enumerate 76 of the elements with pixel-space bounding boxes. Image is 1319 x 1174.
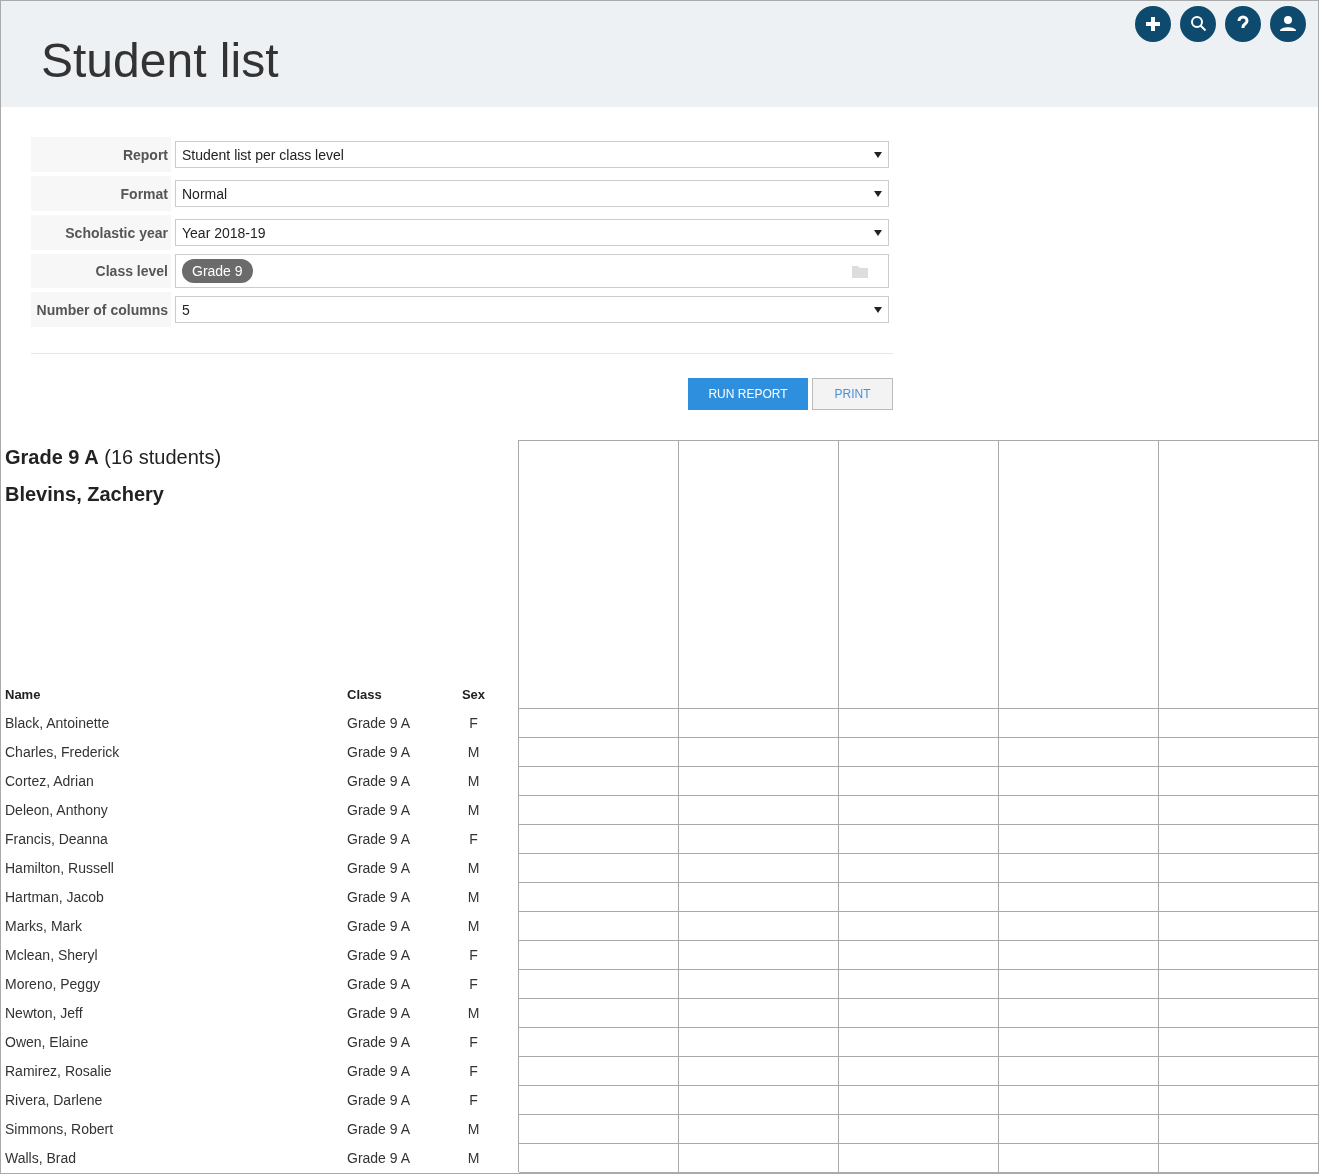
plus-icon (1143, 14, 1163, 34)
tag-field[interactable]: Grade 9 (175, 254, 889, 288)
table-cell-text: M (466, 1149, 481, 1166)
table-cell-text: F (468, 946, 479, 963)
dropdown-arrow-icon (874, 306, 882, 313)
field-label: Scholastic year (31, 215, 171, 250)
table-cell-text: F (468, 1091, 479, 1108)
table-cell-text: Charles, Frederick (4, 743, 121, 760)
table-cell-text: F (468, 1062, 479, 1079)
table-cell-text: Owen, Elaine (4, 1033, 90, 1050)
user-icon (1278, 14, 1298, 34)
table-cell-text: Grade 9 A (346, 772, 412, 789)
table-cell-text: Grade 9 A (346, 1033, 412, 1050)
table-cell-text: Cortez, Adrian (4, 772, 95, 789)
column-header: Class (346, 686, 383, 702)
table-cell-text: M (466, 1120, 481, 1137)
table-cell-text: Hartman, Jacob (4, 888, 105, 905)
table-cell-text: Grade 9 A (346, 1004, 412, 1021)
table-cell-text: Grade 9 A (346, 888, 412, 905)
select-field[interactable]: Normal (175, 180, 889, 207)
table-cell-text: Ramirez, Rosalie (4, 1062, 113, 1079)
field-label: Class level (31, 254, 171, 288)
table-cell-text: Rivera, Darlene (4, 1091, 104, 1108)
tag-chip[interactable]: Grade 9 (182, 259, 253, 283)
table-cell-text: Mclean, Sheryl (4, 946, 99, 963)
search-button[interactable] (1180, 6, 1216, 42)
column-header: Name (4, 686, 42, 702)
table-cell-text: Grade 9 A (346, 859, 412, 876)
table-cell-text: Black, Antoinette (4, 714, 111, 731)
help-button[interactable] (1225, 6, 1261, 42)
group-heading: Grade 9 A (16 students) (5, 446, 223, 469)
table-cell-text: Grade 9 A (346, 1062, 412, 1079)
table-cell-text: Grade 9 A (346, 801, 412, 818)
table-cell-text: Marks, Mark (4, 917, 83, 934)
column-header: Sex (460, 686, 487, 702)
table-cell-text: Grade 9 A (346, 714, 412, 731)
search-icon (1188, 14, 1208, 34)
user-button[interactable] (1270, 6, 1306, 42)
table-cell-text: Grade 9 A (346, 743, 412, 760)
table-cell-text: Newton, Jeff (4, 1004, 84, 1021)
table-cell-text: Moreno, Peggy (4, 975, 101, 992)
table-cell-text: Walls, Brad (4, 1149, 78, 1166)
table-cell-text: M (466, 859, 481, 876)
table-cell-text: Grade 9 A (346, 1149, 412, 1166)
table-cell-text: Grade 9 A (346, 1120, 412, 1137)
table-cell-text: Deleon, Anthony (4, 801, 109, 818)
table-cell-text: F (468, 975, 479, 992)
dropdown-arrow-icon (874, 229, 882, 236)
plus-button[interactable] (1135, 6, 1171, 42)
table-cell-text: Grade 9 A (346, 917, 412, 934)
table-cell-text: Grade 9 A (346, 1091, 412, 1108)
table-cell-text: F (468, 1033, 479, 1050)
field-label: Report (31, 137, 171, 172)
table-cell-text: Grade 9 A (346, 946, 412, 963)
table-cell-text: Francis, Deanna (4, 830, 109, 847)
select-field[interactable]: Year 2018-19 (175, 219, 889, 246)
table-cell-text: Grade 9 A (346, 830, 412, 847)
table-cell-text: M (466, 743, 481, 760)
select-field[interactable]: Student list per class level (175, 141, 889, 168)
table-cell-text: F (468, 714, 479, 731)
table-cell-text: M (466, 801, 481, 818)
table-cell-text: M (466, 772, 481, 789)
dropdown-arrow-icon (874, 190, 882, 197)
table-cell-text: M (466, 1004, 481, 1021)
table-cell-text: M (466, 888, 481, 905)
table-cell-text: M (466, 917, 481, 934)
page-title: Student list (41, 33, 279, 88)
dropdown-arrow-icon (874, 151, 882, 158)
table-cell-text: Simmons, Robert (4, 1120, 115, 1137)
table-cell-text: Grade 9 A (346, 975, 412, 992)
field-label: Number of columns (31, 292, 171, 327)
table-cell-text: Hamilton, Russell (4, 859, 115, 876)
report-subtitle: Blevins, Zachery (5, 483, 165, 506)
select-field[interactable]: 5 (175, 296, 889, 323)
table-cell-text: F (468, 830, 479, 847)
field-label: Format (31, 176, 171, 211)
